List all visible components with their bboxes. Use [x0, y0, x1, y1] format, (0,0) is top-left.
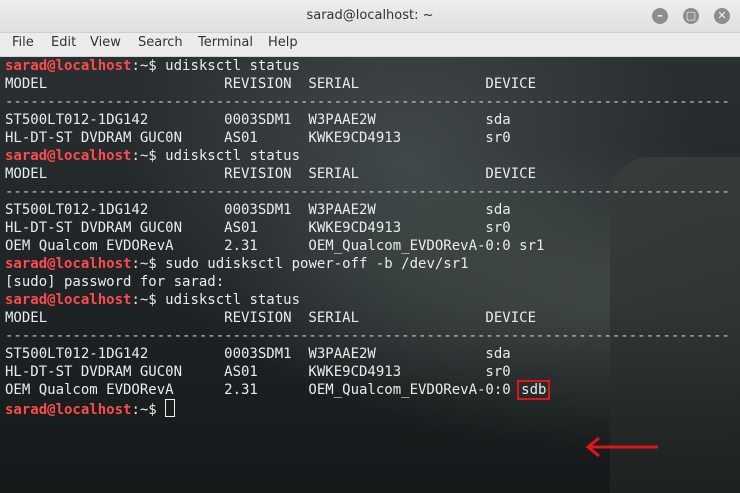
command-text: :~$ udisksctl status	[131, 148, 301, 164]
output-line: ST500LT012-1DG142 0003SDM1 W3PAAE2W sda	[5, 346, 511, 362]
output-line: OEM Qualcom EVDORevA 2.31 OEM_Qualcom_EV…	[5, 380, 730, 400]
menu-bar: File Edit View Search Terminal Help	[0, 33, 740, 57]
separator-line: ----------------------------------------…	[5, 94, 730, 110]
output-line: ST500LT012-1DG142 0003SDM1 W3PAAE2W sda	[5, 202, 511, 218]
terminal-lines: sarad@localhost:~$ udisksctl status MODEL…	[5, 57, 730, 418]
output-line: OEM Qualcom EVDORevA 2.31 OEM_Qualcom_EV…	[5, 238, 545, 254]
output-line: HL-DT-ST DVDRAM GUC0N AS01 KWKE9CD4913 s…	[5, 364, 511, 380]
prompt: sarad@localhost	[5, 148, 132, 164]
prompt: sarad@localhost	[5, 256, 132, 272]
command-line: sarad@localhost:~$ udisksctl status	[5, 147, 730, 165]
prompt: sarad@localhost	[5, 402, 132, 418]
menu-terminal[interactable]: Terminal	[198, 35, 253, 50]
output-line: HL-DT-ST DVDRAM GUC0N AS01 KWKE9CD4913 s…	[5, 130, 511, 146]
output-line: HL-DT-ST DVDRAM GUC0N AS01 KWKE9CD4913 s…	[5, 220, 511, 236]
command-text: :~$ udisksctl status	[131, 292, 301, 308]
output-line: MODEL REVISION SERIAL DEVICE	[5, 310, 537, 326]
prompt: sarad@localhost	[5, 292, 132, 308]
highlighted-device: sdb	[517, 380, 551, 400]
maximize-button[interactable]: ▢	[683, 8, 699, 24]
menu-file[interactable]: File	[12, 35, 34, 50]
menu-edit[interactable]: Edit	[51, 35, 76, 50]
minimize-button[interactable]: –	[652, 8, 668, 24]
output-text: OEM Qualcom EVDORevA 2.31 OEM_Qualcom_EV…	[5, 382, 520, 398]
output-line: ST500LT012-1DG142 0003SDM1 W3PAAE2W sda	[5, 112, 511, 128]
window-title: sarad@localhost: ~	[306, 8, 434, 23]
menu-view[interactable]: View	[90, 35, 121, 50]
terminal-window: sarad@localhost: ~ – ▢ ✕ File Edit View …	[0, 0, 740, 493]
separator-line: ----------------------------------------…	[5, 184, 730, 200]
terminal-output[interactable]: sarad@localhost:~$ udisksctl status MODEL…	[0, 57, 740, 493]
close-button[interactable]: ✕	[714, 8, 730, 24]
output-line: MODEL REVISION SERIAL DEVICE	[5, 166, 537, 182]
command-line: sarad@localhost:~$ udisksctl status	[5, 291, 730, 309]
command-text: :~$ udisksctl status	[131, 58, 301, 74]
current-prompt-line: sarad@localhost:~$	[5, 399, 730, 418]
command-line: sarad@localhost:~$ udisksctl status	[5, 57, 730, 75]
cursor[interactable]	[165, 399, 176, 417]
prompt: sarad@localhost	[5, 58, 132, 74]
separator-line: ----------------------------------------…	[5, 328, 730, 344]
title-bar[interactable]: sarad@localhost: ~ – ▢ ✕	[0, 0, 740, 33]
red-arrow-icon	[585, 436, 658, 458]
output-line: [sudo] password for sarad:	[5, 274, 225, 290]
output-line: MODEL REVISION SERIAL DEVICE	[5, 76, 537, 92]
menu-help[interactable]: Help	[268, 35, 298, 50]
command-text: :~$	[131, 402, 166, 418]
command-line: sarad@localhost:~$ sudo udisksctl power-…	[5, 255, 730, 273]
command-text: :~$ sudo udisksctl power-off -b /dev/sr1	[131, 256, 469, 272]
menu-search[interactable]: Search	[138, 35, 183, 50]
